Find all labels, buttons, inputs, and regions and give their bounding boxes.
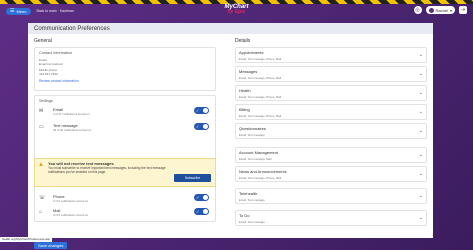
email-icon: ✉ bbox=[39, 108, 44, 114]
detail-questionnaires[interactable]: Questionnaires Email, Text message ⌄ bbox=[235, 123, 427, 139]
breadcrumb[interactable]: Back to main · Kaufman bbox=[37, 9, 74, 13]
contact-title: Contact Information bbox=[39, 51, 73, 55]
user-menu[interactable]: Rachel ▾ bbox=[425, 6, 455, 14]
chevron-down-icon: ⌄ bbox=[418, 128, 423, 134]
general-heading: General bbox=[34, 38, 52, 44]
chevron-down-icon: ⌄ bbox=[418, 152, 423, 158]
save-changes-button[interactable]: Save changes bbox=[34, 242, 68, 249]
globe-icon[interactable]: ◎ bbox=[413, 6, 422, 14]
alert-body: You must subscribe to receive important … bbox=[48, 166, 166, 174]
warning-icon: ▲ bbox=[38, 162, 44, 168]
details-heading: Details bbox=[235, 38, 251, 44]
settings-title: Settings bbox=[39, 99, 53, 103]
setting-row-text: ▭ Text message 46 of 46 notifications tu… bbox=[39, 123, 211, 137]
chevron-down-icon: ⌄ bbox=[418, 71, 423, 77]
email-toggle[interactable]: ✓ bbox=[194, 107, 209, 114]
chevron-down-icon: ⌄ bbox=[418, 90, 423, 96]
detail-to-do[interactable]: To Do Email, Text message ⌄ bbox=[235, 210, 427, 226]
email-value: Email not entered bbox=[39, 62, 63, 66]
mail-toggle[interactable]: ✓ bbox=[194, 208, 209, 215]
text-message-toggle[interactable]: ✓ bbox=[194, 123, 209, 130]
contact-card: Contact Information Email Email not ente… bbox=[34, 47, 216, 91]
detail-telehealth[interactable]: Telehealth Email, Text message ⌄ bbox=[235, 188, 427, 204]
detail-appointments[interactable]: Appointments Email, Text message, Phone,… bbox=[235, 47, 427, 63]
setting-row-email: ✉ Email 4 of 47 notifications turned on … bbox=[39, 107, 211, 121]
phone-value: 412-537-7602 bbox=[39, 72, 58, 76]
detail-account-management[interactable]: Account Management Email, Text message, … bbox=[235, 147, 427, 163]
detail-messages[interactable]: Messages Email, Text message, Phone, Mai… bbox=[235, 66, 427, 82]
sms-warning-alert: ▲ You will not receive text messages You… bbox=[34, 158, 216, 187]
chevron-down-icon: ⌄ bbox=[418, 215, 423, 221]
menu-button[interactable]: ☰ Menu bbox=[6, 7, 31, 15]
chevron-down-icon: ▾ bbox=[449, 7, 452, 13]
setting-row-phone: ☏ Phone 3 of 6 notifications turned on ✓ bbox=[39, 194, 211, 208]
detail-news[interactable]: News and Announcements Email, Text messa… bbox=[235, 166, 427, 182]
subscribe-button[interactable]: Subscribe bbox=[174, 174, 211, 182]
detail-billing[interactable]: Billing Email, Text message, Phone, Mail… bbox=[235, 104, 427, 120]
top-bar: ☰ Menu Back to main · Kaufman MyChart by… bbox=[0, 4, 473, 18]
review-contact-link[interactable]: Review contact information bbox=[39, 79, 79, 83]
mail-icon: ⌂ bbox=[39, 209, 43, 215]
avatar bbox=[428, 7, 434, 13]
setting-row-mail: ⌂ Mail 4 of 6 notifications turned on ✓ bbox=[39, 208, 211, 222]
app-logo[interactable]: MyChart by Epic bbox=[224, 4, 248, 15]
text-message-icon: ▭ bbox=[39, 124, 44, 130]
logout-icon[interactable]: ⇥ bbox=[459, 6, 467, 14]
chevron-down-icon: ⌄ bbox=[418, 52, 423, 58]
chevron-down-icon: ⌄ bbox=[418, 109, 423, 115]
hamburger-icon: ☰ bbox=[10, 7, 15, 14]
detail-health[interactable]: Health Email, Text message, Phone, Mail … bbox=[235, 85, 427, 101]
chevron-down-icon: ⌄ bbox=[418, 193, 423, 199]
preferences-panel: Communication Preferences General Detail… bbox=[28, 23, 433, 238]
chevron-down-icon: ⌄ bbox=[418, 171, 423, 177]
phone-icon: ☏ bbox=[39, 195, 46, 201]
page-title: Communication Preferences bbox=[28, 23, 433, 34]
phone-toggle[interactable]: ✓ bbox=[194, 194, 209, 201]
